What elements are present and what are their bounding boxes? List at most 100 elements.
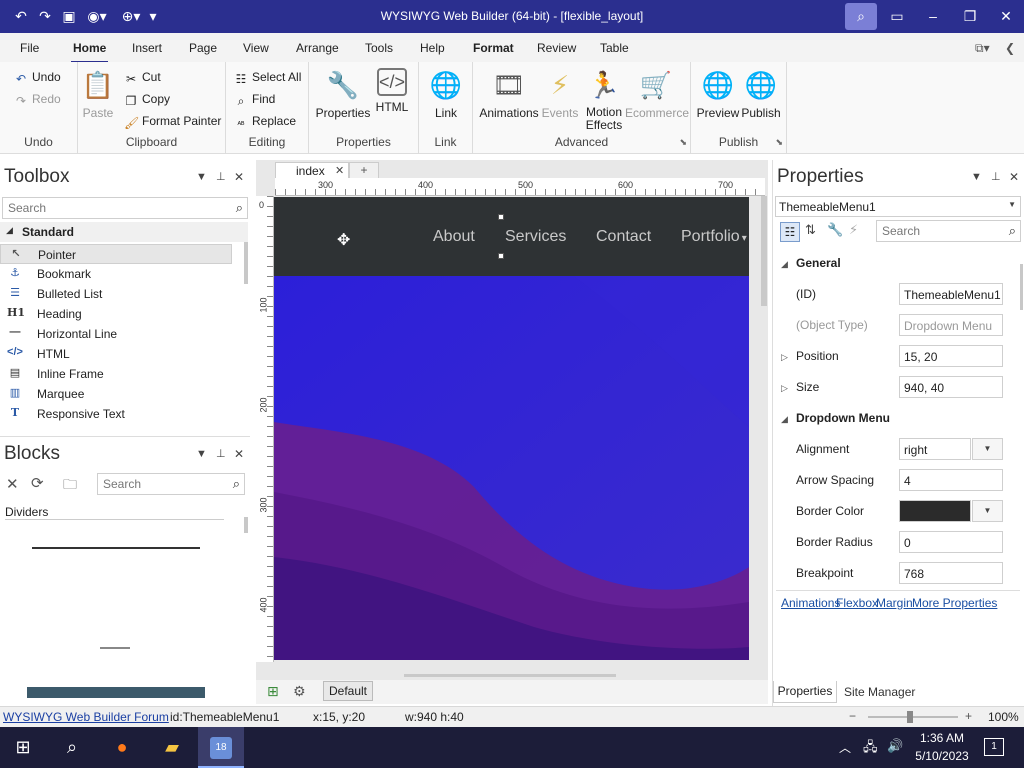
search-icon[interactable]: ⌕ xyxy=(845,3,877,30)
tab-table[interactable]: Table xyxy=(600,41,629,55)
toolbox-item-heading[interactable]: H1 Heading xyxy=(0,304,232,324)
prop-arrow-spacing-value[interactable]: 4 xyxy=(899,469,1003,491)
blocks-pin-icon[interactable]: ⊥ xyxy=(216,447,226,460)
dialog-launcher-icon[interactable]: ⬊ xyxy=(679,137,687,148)
clock-date[interactable]: 5/10/2023 xyxy=(912,749,972,763)
search-icon[interactable]: ⌕ xyxy=(49,727,95,768)
prop-border-radius-value[interactable]: 0 xyxy=(899,531,1003,553)
tab-help[interactable]: Help xyxy=(420,41,445,55)
sort-alpha-icon[interactable]: ⇅ xyxy=(805,222,816,238)
page-canvas[interactable]: About Services Contact Portfolio ▾ ✥ xyxy=(274,197,749,660)
toolbox-item-responsive-text[interactable]: T Responsive Text xyxy=(0,404,232,424)
color-dropdown-button[interactable]: ▼ xyxy=(972,500,1003,522)
publish-launcher-icon[interactable]: ⬊ xyxy=(775,137,783,148)
breakpoint-settings-icon[interactable]: ⚙ xyxy=(293,683,306,700)
format-painter-button[interactable]: 🖌 Format Painter xyxy=(124,114,221,130)
nav-link-services[interactable]: Services xyxy=(505,228,566,246)
html-button[interactable]: </> HTML xyxy=(371,68,413,114)
tray-chevron-icon[interactable]: ︿ xyxy=(839,739,851,756)
new-tab-button[interactable]: + xyxy=(349,162,379,179)
maximize-button[interactable]: ❐ xyxy=(952,0,988,33)
toolbox-item-marquee[interactable]: ▥ Marquee xyxy=(0,384,232,404)
canvas-hscroll[interactable] xyxy=(404,674,616,677)
prop-id-value[interactable]: ThemeableMenu1 xyxy=(899,283,1003,305)
copy-button[interactable]: ❐ Copy xyxy=(124,92,170,108)
tab-properties[interactable]: Properties xyxy=(773,681,837,703)
add-breakpoint-icon[interactable]: ⊞ xyxy=(267,683,279,700)
properties-menu-icon[interactable]: ▼ xyxy=(971,171,982,183)
toolbox-item-bulleted-list[interactable]: ☰ Bulleted List xyxy=(0,284,232,304)
prop-alignment-value[interactable]: right xyxy=(899,438,971,460)
clear-icon[interactable]: ✕ xyxy=(6,475,19,493)
zoom-out-icon[interactable]: − xyxy=(849,709,856,723)
tab-page[interactable]: Page xyxy=(189,41,217,55)
undo-button[interactable]: ↶ Undo xyxy=(14,70,61,86)
wrench-icon[interactable]: 🔧 xyxy=(827,222,843,238)
nav-link-contact[interactable]: Contact xyxy=(596,228,651,246)
divider-preview-text[interactable] xyxy=(100,647,130,649)
toolbox-item-bookmark[interactable]: ⚓ Bookmark xyxy=(0,264,232,284)
resize-handle-top[interactable] xyxy=(498,214,504,220)
divider-preview-line[interactable] xyxy=(32,547,200,549)
more-properties-link[interactable]: More Properties xyxy=(912,596,997,610)
tab-review[interactable]: Review xyxy=(537,41,576,55)
cut-button[interactable]: ✂ Cut xyxy=(124,70,161,86)
collapse-ribbon-icon[interactable]: ❮ xyxy=(1005,41,1015,55)
collapse-general-icon[interactable]: ◢ xyxy=(781,259,788,270)
file-explorer-icon[interactable]: ▰ xyxy=(149,727,195,768)
toolbox-item-html[interactable]: </> HTML xyxy=(0,344,232,364)
tab-view[interactable]: View xyxy=(243,41,269,55)
categorized-view-icon[interactable]: ☷ xyxy=(780,222,800,242)
forum-link[interactable]: WYSIWYG Web Builder Forum xyxy=(3,710,169,724)
events-icon[interactable]: ⚡ xyxy=(849,222,858,238)
volume-icon[interactable]: 🔊 xyxy=(887,738,903,754)
tab-insert[interactable]: Insert xyxy=(132,41,162,55)
toolbox-item-horizontal-line[interactable]: — Horizontal Line xyxy=(0,324,232,344)
nav-link-portfolio[interactable]: Portfolio ▾ xyxy=(681,228,747,246)
zoom-slider[interactable] xyxy=(868,716,958,718)
default-breakpoint-button[interactable]: Default xyxy=(323,681,373,701)
border-color-swatch[interactable] xyxy=(899,500,971,522)
refresh-icon[interactable]: ⟳ xyxy=(31,474,44,492)
replace-button[interactable]: ᴬᴮ Replace xyxy=(234,114,297,132)
tab-close-icon[interactable]: ✕ xyxy=(335,164,344,177)
resize-handle-bottom[interactable] xyxy=(498,253,504,259)
blocks-search-input[interactable]: Search ⌕ xyxy=(97,473,245,495)
blocks-menu-icon[interactable]: ▼ xyxy=(196,448,207,460)
prop-size-value[interactable]: 940, 40 xyxy=(899,376,1003,398)
alignment-dropdown-button[interactable]: ▼ xyxy=(972,438,1003,460)
notification-icon[interactable]: 1 xyxy=(984,738,1004,756)
firefox-icon[interactable]: ● xyxy=(99,727,145,768)
close-button[interactable]: ✕ xyxy=(988,0,1024,33)
web-builder-taskbar-icon[interactable]: 18 xyxy=(198,727,244,768)
minimize-button[interactable]: – xyxy=(915,0,951,33)
properties-close-icon[interactable]: ✕ xyxy=(1009,170,1019,184)
folder-icon[interactable]: 🗀 xyxy=(63,474,77,498)
properties-button[interactable]: 🔧 Properties xyxy=(314,68,372,120)
margin-link[interactable]: Margin xyxy=(876,596,913,610)
tab-arrange[interactable]: Arrange xyxy=(296,41,339,55)
toolbox-item-pointer[interactable]: ↖ Pointer xyxy=(0,244,232,264)
prop-breakpoint-value[interactable]: 768 xyxy=(899,562,1003,584)
expand-size-icon[interactable]: ▷ xyxy=(781,383,788,394)
redo-button[interactable]: ↷ Redo xyxy=(14,92,61,108)
tab-file[interactable]: File xyxy=(20,41,39,55)
properties-scrollbar[interactable] xyxy=(1020,264,1023,310)
animations-button[interactable]: 🎞 Animations xyxy=(479,68,539,120)
select-all-button[interactable]: ☷ Select All xyxy=(234,70,302,86)
windows-start-icon[interactable]: ⊞ xyxy=(0,727,46,768)
properties-pin-icon[interactable]: ⊥ xyxy=(991,170,1001,183)
flexbox-link[interactable]: Flexbox xyxy=(836,596,878,610)
paste-button[interactable]: 📋 Paste xyxy=(70,68,126,120)
motion-effects-button[interactable]: 🏃 Motion Effects xyxy=(579,68,629,132)
expand-position-icon[interactable]: ▷ xyxy=(781,352,788,363)
link-button[interactable]: 🌐 Link xyxy=(419,68,473,120)
layout-options-icon[interactable]: ⧉▾ xyxy=(975,41,990,56)
ribbon-display-icon[interactable]: ▭ xyxy=(879,0,915,33)
theme-menu-bar[interactable]: About Services Contact Portfolio ▾ ✥ xyxy=(274,197,749,276)
object-selector[interactable]: ThemeableMenu1 ▼ xyxy=(775,196,1021,217)
divider-preview-bar[interactable] xyxy=(27,687,205,698)
clock-time[interactable]: 1:36 AM xyxy=(917,731,967,745)
collapse-dropdown-menu-icon[interactable]: ◢ xyxy=(781,414,788,425)
zoom-slider-thumb[interactable] xyxy=(907,711,913,723)
